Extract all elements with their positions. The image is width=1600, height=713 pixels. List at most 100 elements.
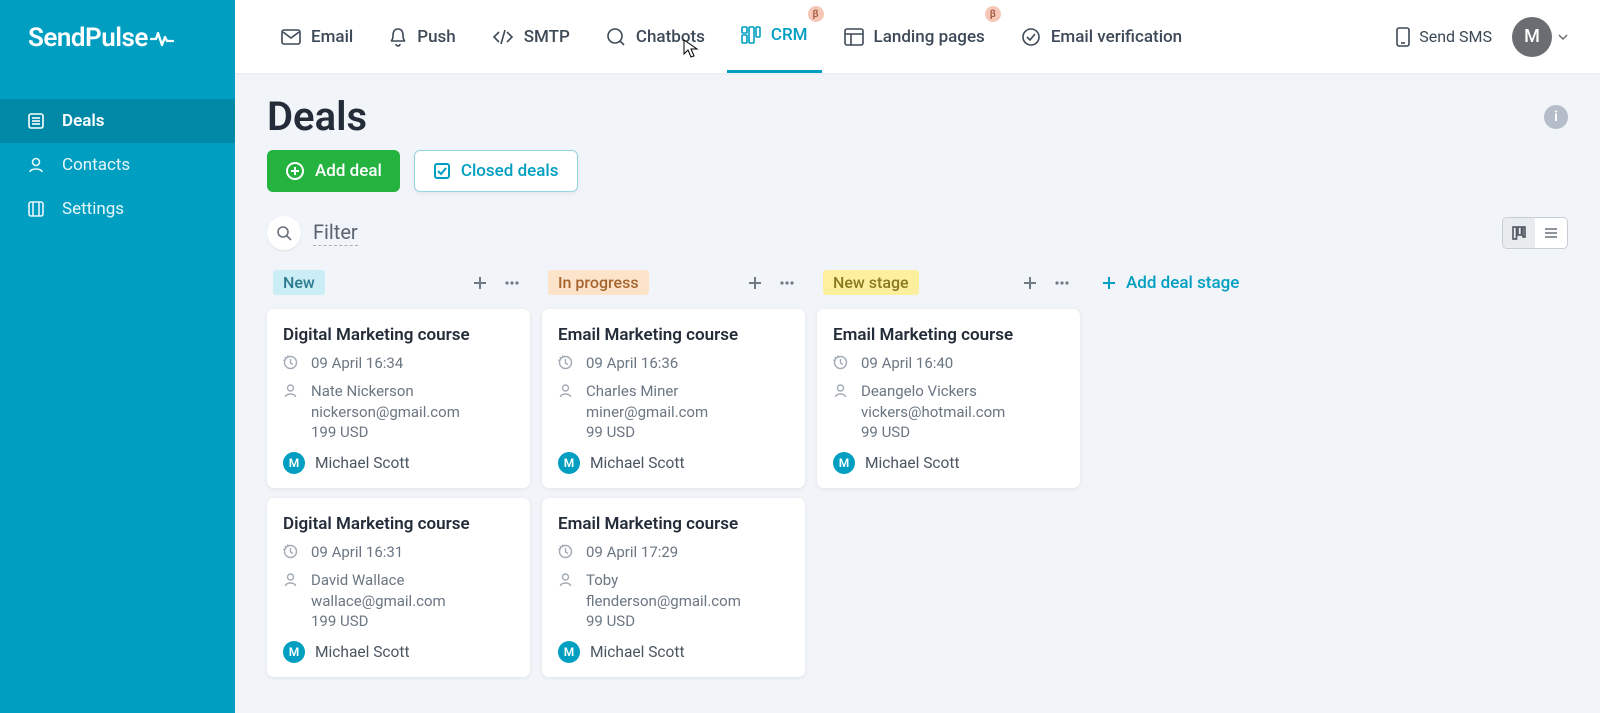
nav-email[interactable]: Email	[267, 0, 367, 73]
layout-icon	[844, 28, 864, 46]
pulse-icon	[150, 27, 174, 49]
closed-deals-label: Closed deals	[461, 161, 559, 181]
owner-name: Michael Scott	[590, 454, 685, 472]
phone-icon	[1395, 26, 1411, 48]
search-button[interactable]	[267, 216, 301, 250]
nav-email-verification[interactable]: Email verification	[1007, 0, 1196, 73]
nav-label: Landing pages	[874, 27, 985, 47]
send-sms-label: Send SMS	[1419, 27, 1492, 46]
card-contact: Deangelo Vickersvickers@hotmail.com99 US…	[861, 381, 1005, 442]
add-deal-button[interactable]: Add deal	[267, 150, 400, 192]
owner-avatar: M	[558, 452, 580, 474]
sidebar-item-deals[interactable]: Deals	[0, 99, 235, 143]
plus-circle-icon	[285, 161, 305, 181]
filter-link[interactable]: Filter	[313, 220, 358, 246]
owner-avatar: M	[833, 452, 855, 474]
card-title: Digital Marketing course	[283, 514, 514, 534]
clock-icon	[558, 355, 574, 370]
stage-add-button[interactable]	[743, 271, 767, 295]
stage-add-button[interactable]	[468, 271, 492, 295]
nav-chatbots[interactable]: Chatbots	[592, 0, 719, 73]
nav-label: Email verification	[1051, 27, 1182, 47]
clock-icon	[558, 544, 574, 559]
add-deal-label: Add deal	[315, 161, 382, 181]
card-title: Email Marketing course	[558, 325, 789, 345]
send-sms-link[interactable]: Send SMS	[1379, 26, 1508, 48]
nav-push[interactable]: Push	[375, 0, 470, 73]
card-contact: David Wallacewallace@gmail.com199 USD	[311, 570, 446, 631]
stage-column: In progress Email Marketing course 09 Ap…	[542, 270, 805, 677]
nav-smtp[interactable]: SMTP	[478, 0, 584, 73]
deal-card[interactable]: Digital Marketing course 09 April 16:34 …	[267, 309, 530, 488]
settings-icon	[26, 199, 46, 219]
closed-deals-button[interactable]: Closed deals	[414, 150, 578, 192]
info-button[interactable]: i	[1544, 105, 1568, 129]
nav-label: Email	[311, 27, 353, 47]
sidebar-nav: Deals Contacts Settings	[0, 75, 235, 231]
code-icon	[492, 29, 514, 45]
stage-label[interactable]: New	[273, 270, 325, 295]
filter-row: Filter	[267, 216, 1568, 250]
nav-label: SMTP	[524, 27, 570, 47]
content: Deals i Add deal Closed deals Filter	[235, 75, 1600, 713]
owner-name: Michael Scott	[865, 454, 960, 472]
user-menu[interactable]: M	[1512, 17, 1568, 57]
list-icon	[1543, 225, 1559, 241]
nav-crm[interactable]: CRMβ	[727, 0, 822, 73]
card-time: 09 April 16:31	[311, 542, 403, 562]
check-circle-icon	[1021, 27, 1041, 47]
owner-avatar: M	[558, 641, 580, 663]
action-row: Add deal Closed deals	[267, 150, 1568, 192]
brand-text: SendPulse	[28, 23, 148, 53]
card-contact: Tobyflenderson@gmail.com99 USD	[586, 570, 741, 631]
nav-label: Push	[417, 27, 456, 47]
board-icon	[1511, 225, 1527, 241]
board-view-button[interactable]	[1503, 218, 1535, 248]
card-time: 09 April 16:36	[586, 353, 678, 373]
owner-name: Michael Scott	[590, 643, 685, 661]
add-stage-button[interactable]: Add deal stage	[1092, 270, 1247, 296]
clock-icon	[283, 355, 299, 370]
sidebar-item-label: Contacts	[62, 155, 130, 175]
view-toggle	[1502, 217, 1568, 249]
add-stage-label: Add deal stage	[1126, 273, 1239, 293]
user-icon	[833, 383, 849, 398]
stage-more-button[interactable]	[775, 271, 799, 295]
brand-logo[interactable]: SendPulse	[0, 0, 235, 75]
sidebar-item-label: Deals	[62, 111, 105, 131]
sidebar-item-label: Settings	[62, 199, 124, 219]
stage-label[interactable]: In progress	[548, 270, 649, 295]
clock-icon	[833, 355, 849, 370]
avatar: M	[1512, 17, 1552, 57]
sidebar-item-settings[interactable]: Settings	[0, 187, 235, 231]
stage-add-button[interactable]	[1018, 271, 1042, 295]
top-nav: Email Push SMTP Chatbots CRMβLanding pagesβ E…	[267, 0, 1196, 73]
stage-column: New stage Email Marketing course 09 Apri…	[817, 270, 1080, 677]
clock-icon	[283, 544, 299, 559]
owner-name: Michael Scott	[315, 643, 410, 661]
user-icon	[283, 383, 299, 398]
deal-card[interactable]: Email Marketing course 09 April 16:40 De…	[817, 309, 1080, 488]
card-contact: Charles Minerminer@gmail.com99 USD	[586, 381, 708, 442]
stage-head: In progress	[542, 270, 805, 299]
deal-card[interactable]: Email Marketing course 09 April 17:29 To…	[542, 498, 805, 677]
page-head: Deals i	[267, 93, 1568, 140]
nav-landing-pages[interactable]: Landing pagesβ	[830, 0, 999, 73]
chevron-down-icon	[1558, 33, 1568, 41]
owner-avatar: M	[283, 452, 305, 474]
stage-more-button[interactable]	[1050, 271, 1074, 295]
check-square-icon	[433, 162, 451, 180]
search-icon	[276, 225, 292, 241]
nav-label: CRM	[771, 25, 808, 45]
nav-label: Chatbots	[636, 27, 705, 47]
stage-more-button[interactable]	[500, 271, 524, 295]
card-title: Email Marketing course	[558, 514, 789, 534]
sidebar-item-contacts[interactable]: Contacts	[0, 143, 235, 187]
deal-card[interactable]: Email Marketing course 09 April 16:36 Ch…	[542, 309, 805, 488]
topbar: Email Push SMTP Chatbots CRMβLanding pagesβ E…	[235, 0, 1600, 75]
mail-icon	[281, 29, 301, 45]
stage-label[interactable]: New stage	[823, 270, 919, 295]
sidebar: SendPulse Deals Contacts Settings	[0, 0, 235, 713]
list-view-button[interactable]	[1535, 218, 1567, 248]
deal-card[interactable]: Digital Marketing course 09 April 16:31 …	[267, 498, 530, 677]
